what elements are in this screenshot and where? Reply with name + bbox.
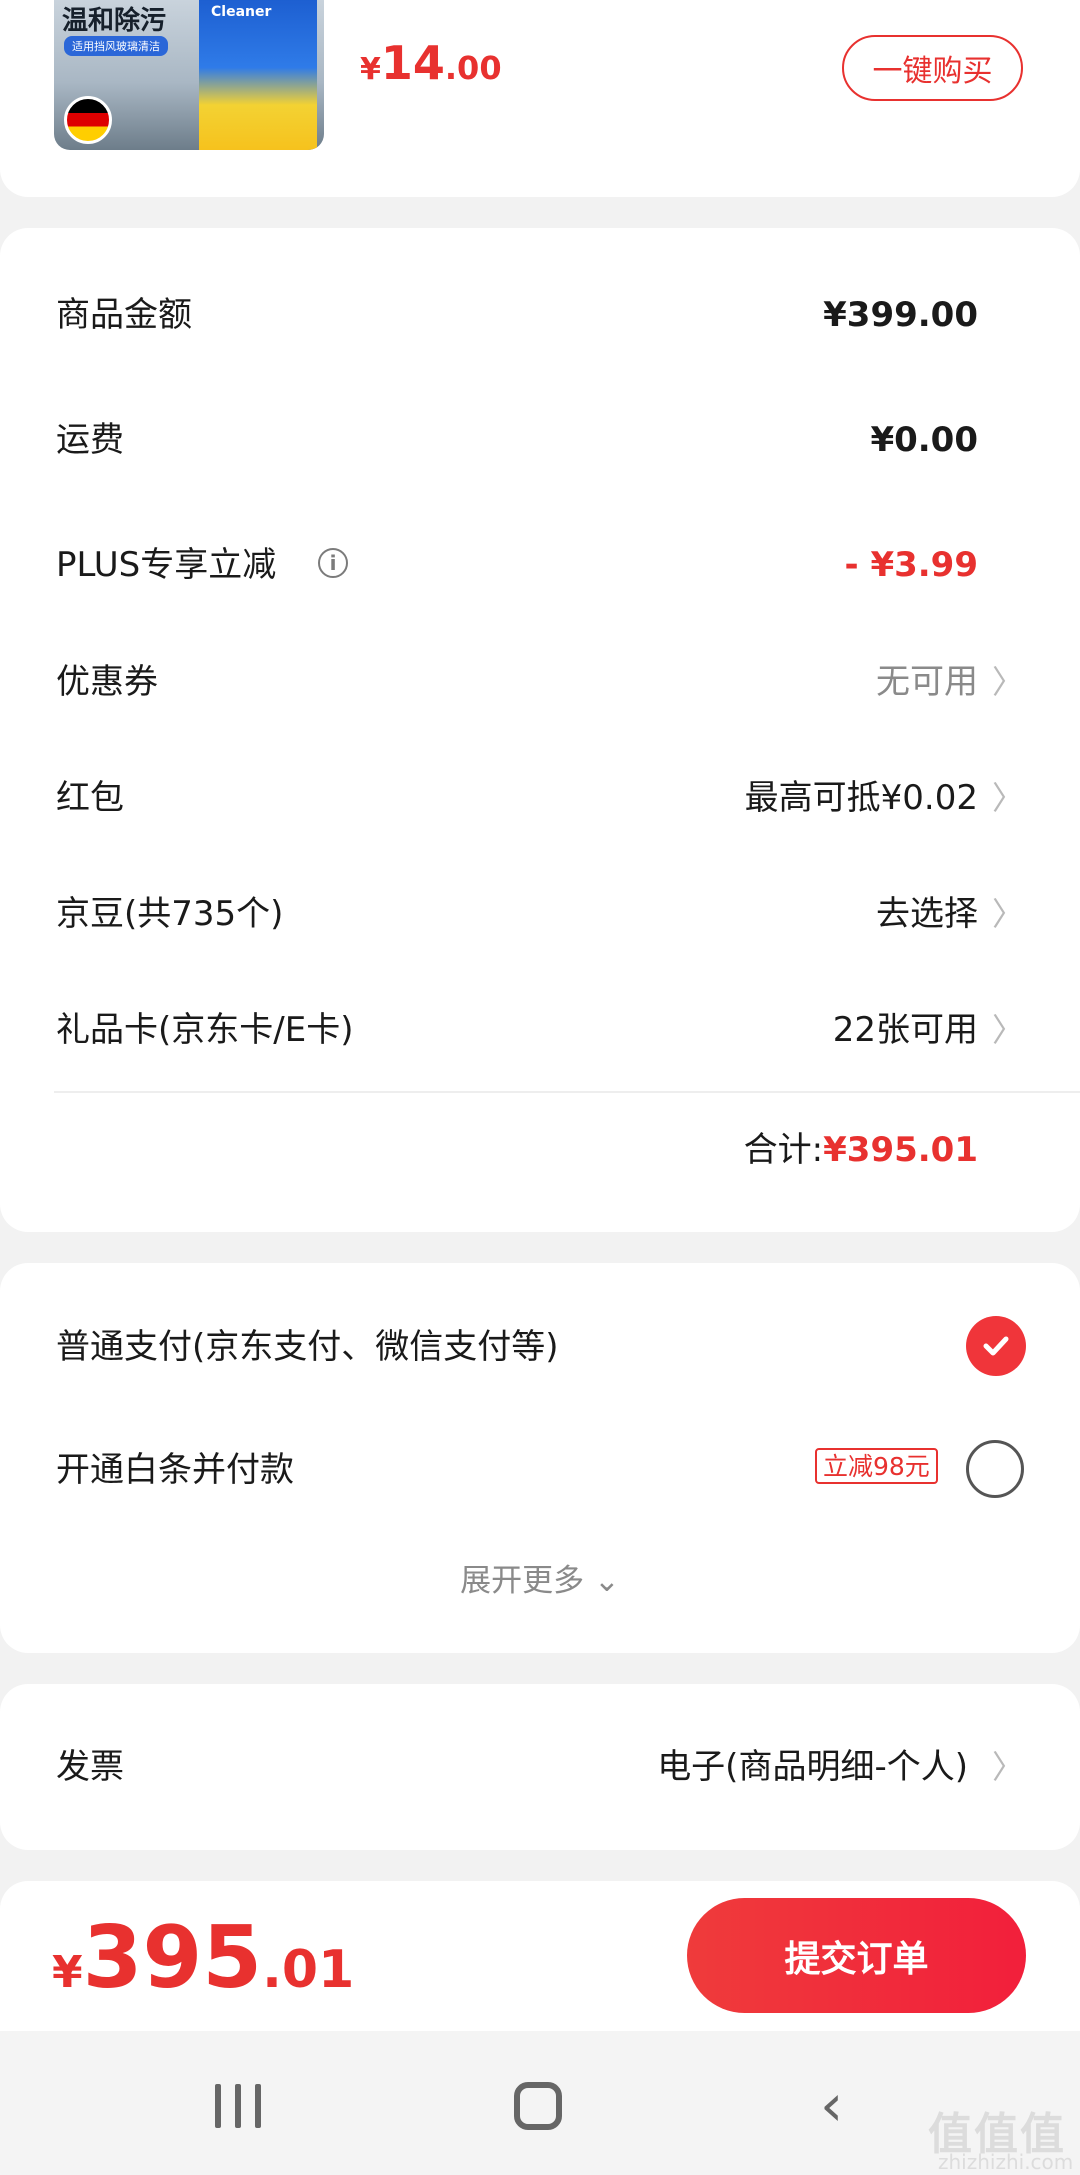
summary-row-coupon[interactable]: 优惠券 无可用 〉 <box>0 642 1080 722</box>
thumb-subtitle: 适用挡风玻璃清洁 <box>64 36 168 56</box>
price-decimal: .00 <box>444 49 502 87</box>
payment-option-label: 开通白条并付款 <box>56 1450 294 1490</box>
summary-label: 商品金额 <box>56 295 192 335</box>
submit-order-button[interactable]: 提交订单 <box>687 1898 1026 2013</box>
summary-row-red-packet[interactable]: 红包 最高可抵¥0.02 〉 <box>0 758 1080 838</box>
home-icon[interactable] <box>514 2082 562 2130</box>
amount-currency: ¥ <box>52 1947 83 1998</box>
info-icon[interactable]: i <box>318 548 348 578</box>
amount-integer: 395 <box>82 1908 263 2008</box>
chevron-right-icon: 〉 <box>991 663 1024 701</box>
summary-label: 京豆(共735个) <box>56 894 284 934</box>
summary-value: 最高可抵¥0.02 <box>744 778 978 818</box>
checkmark-icon <box>983 1336 1009 1356</box>
summary-row-jingdou[interactable]: 京豆(共735个) 去选择 〉 <box>0 874 1080 954</box>
invoice-row[interactable]: 发票 电子(商品明细-个人) 〉 <box>0 1727 1080 1807</box>
invoice-value: 电子(商品明细-个人) <box>657 1747 968 1787</box>
product-card: 温和除污 适用挡风玻璃清洁 Cleaner ¥14.00 一键购买 <box>0 0 1080 197</box>
chevron-right-icon: 〉 <box>991 895 1024 933</box>
payment-option-normal[interactable]: 普通支付(京东支付、微信支付等) <box>0 1307 1080 1387</box>
summary-row-shipping: 运费 ¥0.00 <box>0 400 1080 480</box>
unchecked-radio-icon[interactable] <box>966 1440 1024 1498</box>
total-label: 合计: <box>743 1130 824 1170</box>
germany-flag-icon <box>64 96 112 144</box>
summary-value: 22张可用 <box>832 1010 978 1050</box>
watermark-domain: zhizhizhi.com <box>938 2150 1074 2174</box>
order-total: 合计:¥395.01 <box>744 1110 978 1190</box>
summary-label: 运费 <box>56 420 124 460</box>
chevron-right-icon: 〉 <box>991 1748 1024 1786</box>
summary-row-plus-discount: PLUS专享立减 i - ¥3.99 <box>0 525 1080 605</box>
expand-more-button[interactable]: 展开更多 ⌄ <box>0 1545 1080 1617</box>
summary-label: 红包 <box>56 778 124 818</box>
summary-row-gift-card[interactable]: 礼品卡(京东卡/E卡) 22张可用 〉 <box>0 990 1080 1070</box>
order-summary-card <box>0 228 1080 1232</box>
invoice-label: 发票 <box>56 1747 124 1787</box>
total-amount: ¥395.01 <box>823 1130 978 1170</box>
summary-value: 无可用 <box>876 662 978 702</box>
product-thumbnail[interactable]: 温和除污 适用挡风玻璃清洁 Cleaner <box>54 0 324 150</box>
back-icon[interactable]: ‹ <box>820 2076 843 2134</box>
summary-value: - ¥3.99 <box>844 545 979 585</box>
chevron-right-icon: 〉 <box>991 779 1024 817</box>
payment-option-label: 普通支付(京东支付、微信支付等) <box>56 1327 559 1367</box>
summary-label: 礼品卡(京东卡/E卡) <box>56 1010 354 1050</box>
summary-value: ¥0.00 <box>870 420 978 460</box>
amount-decimal: .01 <box>262 1940 355 2000</box>
summary-value: 去选择 <box>876 894 978 934</box>
recent-apps-icon[interactable] <box>215 2084 261 2128</box>
pack-label: Cleaner <box>211 4 272 20</box>
summary-row-goods-amount: 商品金额 ¥399.00 <box>0 275 1080 355</box>
price-integer: 14 <box>380 36 445 90</box>
promo-badge: 立减98元 <box>815 1448 938 1484</box>
summary-label: 优惠券 <box>56 662 158 702</box>
summary-value: ¥399.00 <box>823 295 978 335</box>
price-currency: ¥ <box>360 52 381 87</box>
thumb-title: 温和除污 <box>62 6 167 36</box>
payable-amount: ¥395.01 <box>52 1908 354 2008</box>
checked-radio-icon[interactable] <box>966 1316 1026 1376</box>
summary-label: PLUS专享立减 <box>56 545 277 585</box>
chevron-right-icon: 〉 <box>991 1011 1024 1049</box>
product-price: ¥14.00 <box>360 36 502 90</box>
product-pack-image: Cleaner <box>199 0 317 150</box>
one-click-buy-button[interactable]: 一键购买 <box>842 35 1023 101</box>
divider <box>54 1091 1080 1093</box>
